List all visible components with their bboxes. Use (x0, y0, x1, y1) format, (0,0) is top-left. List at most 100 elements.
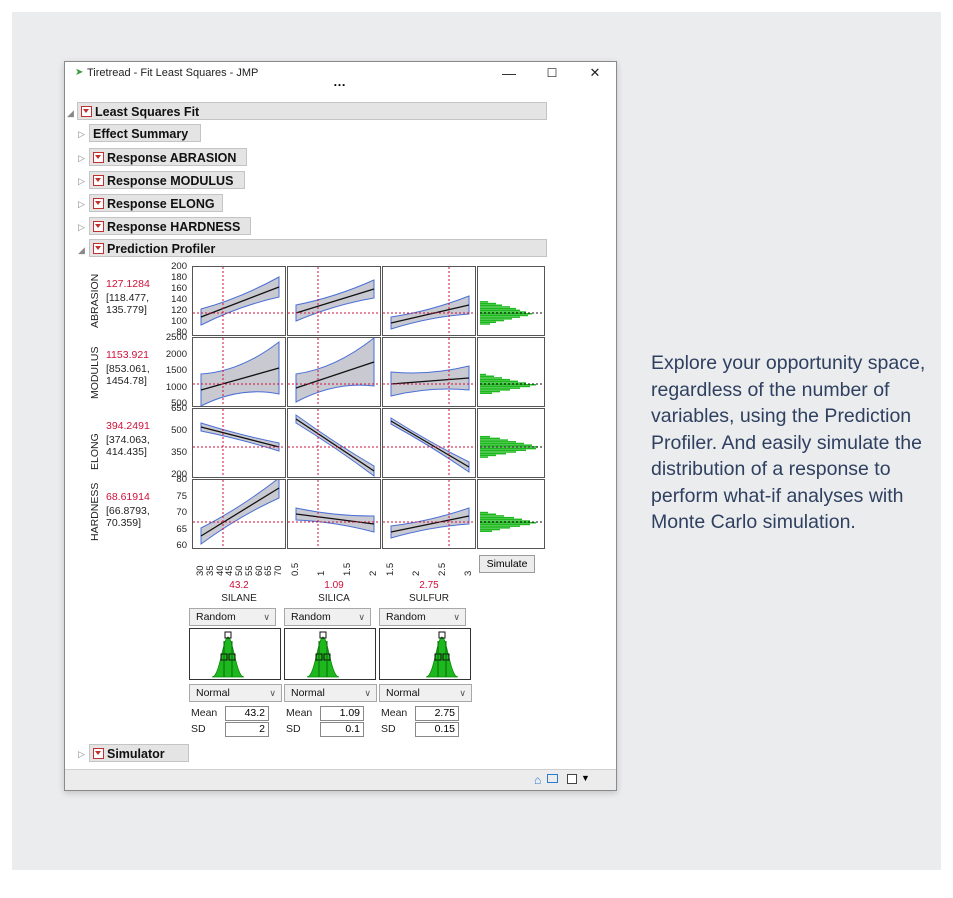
histogram-bar (480, 375, 494, 377)
profile-trace-hardness-silica[interactable] (287, 479, 381, 549)
y-tick-label: 60 (176, 540, 187, 551)
profile-trace-modulus-sulfur[interactable] (382, 337, 476, 407)
outline-least-squares-fit[interactable]: ◢ Least Squares Fit (67, 102, 547, 120)
profile-trace-modulus-silica[interactable] (287, 337, 381, 407)
profile-trace-elong-silane[interactable] (192, 408, 286, 478)
expand-triangle-icon[interactable]: ▷ (78, 195, 85, 213)
red-triangle-menu-icon[interactable] (93, 175, 104, 186)
simulated-histogram-abrasion (477, 266, 545, 336)
y-tick-label: 2500 (165, 332, 187, 343)
distribution-select[interactable]: Normal ∨ (379, 684, 472, 702)
sd-input[interactable]: 0.1 (320, 722, 364, 737)
mean-input[interactable]: 1.09 (320, 706, 364, 721)
profile-trace-hardness-sulfur[interactable] (382, 479, 476, 549)
collapse-triangle-icon[interactable]: ◢ (78, 241, 85, 259)
red-triangle-menu-icon[interactable] (93, 198, 104, 209)
y-tick-label: 70 (176, 507, 187, 518)
response-name-elong: ELONG (89, 433, 101, 470)
factor-distribution-sulfur[interactable] (379, 628, 471, 680)
more-options-icon[interactable]: … (333, 75, 347, 88)
y-tick-label: 140 (171, 294, 187, 305)
window-list-icon[interactable] (547, 774, 558, 783)
red-triangle-menu-icon[interactable] (81, 106, 92, 117)
distribution-select[interactable]: Normal ∨ (189, 684, 282, 702)
chevron-down-icon: ∨ (364, 688, 371, 698)
mean-input[interactable]: 43.2 (225, 706, 269, 721)
outline-title: Response ELONG (107, 197, 215, 211)
red-triangle-menu-icon[interactable] (93, 748, 104, 759)
outline-response-abrasion[interactable]: ▷ Response ABRASION (78, 148, 247, 166)
outline-response-modulus[interactable]: ▷ Response MODULUS (78, 171, 245, 189)
outline-effect-summary[interactable]: ▷ Effect Summary (78, 124, 201, 142)
y-tick-label: 80 (176, 474, 187, 485)
outline-title: Effect Summary (93, 127, 189, 141)
profile-trace-modulus-silane[interactable] (192, 337, 286, 407)
y-tick-label: 200 (171, 261, 187, 272)
histogram-bar (480, 441, 516, 443)
response-confidence-interval: 70.359] (106, 517, 142, 529)
outline-title: Prediction Profiler (107, 242, 216, 256)
expand-triangle-icon[interactable]: ▷ (78, 172, 85, 190)
red-triangle-menu-icon[interactable] (93, 243, 104, 254)
factor-current-value[interactable]: 1.09 (287, 580, 381, 591)
y-tick-label: 500 (171, 425, 187, 436)
response-name-hardness: HARDNESS (89, 482, 101, 541)
maximize-button[interactable]: ☐ (537, 64, 567, 82)
normal-density-curve (425, 636, 459, 678)
histogram-bar (480, 527, 510, 529)
home-icon[interactable]: ⌂ (534, 773, 541, 787)
red-triangle-menu-icon[interactable] (93, 152, 104, 163)
dropdown-arrow-icon[interactable]: ▼ (581, 773, 590, 783)
factor-current-value[interactable]: 2.75 (382, 580, 476, 591)
sd-label: SD (191, 723, 206, 735)
response-confidence-interval: 135.779] (106, 304, 147, 316)
histogram-bar (480, 518, 522, 521)
expand-triangle-icon[interactable]: ▷ (78, 125, 85, 143)
histogram-bar (480, 437, 500, 440)
collapse-triangle-icon[interactable]: ◢ (67, 104, 74, 122)
profile-trace-elong-sulfur[interactable] (382, 408, 476, 478)
histogram-bar (480, 513, 496, 515)
random-select[interactable]: Random ∨ (189, 608, 276, 626)
distribution-select[interactable]: Normal ∨ (284, 684, 377, 702)
histogram-bar (480, 449, 526, 452)
histogram-bar (480, 373, 486, 376)
outline-prediction-profiler[interactable]: ◢ Prediction Profiler (78, 239, 547, 257)
histogram-bar (480, 385, 530, 388)
factor-name-silica: SILICA (318, 593, 350, 604)
mean-input[interactable]: 2.75 (415, 706, 459, 721)
histogram-bar (480, 447, 536, 450)
close-button[interactable]: ✕ (580, 64, 610, 82)
factor-distribution-silane[interactable] (189, 628, 281, 680)
outline-simulator[interactable]: ▷ Simulator (78, 744, 189, 762)
profile-trace-hardness-silane[interactable] (192, 479, 286, 549)
expand-triangle-icon[interactable]: ▷ (78, 149, 85, 167)
random-select[interactable]: Random ∨ (379, 608, 466, 626)
simulated-histogram-hardness (477, 479, 545, 549)
factor-distribution-silica[interactable] (284, 628, 376, 680)
expand-triangle-icon[interactable]: ▷ (78, 745, 85, 763)
prediction-trace (200, 426, 280, 448)
mean-label: Mean (381, 707, 408, 719)
profile-trace-abrasion-silica[interactable] (287, 266, 381, 336)
outline-response-hardness[interactable]: ▷ Response HARDNESS (78, 217, 251, 235)
histogram-bar (480, 304, 502, 306)
random-select[interactable]: Random ∨ (284, 608, 371, 626)
expand-triangle-icon[interactable]: ▷ (78, 218, 85, 236)
prediction-trace (295, 288, 375, 314)
factor-current-value[interactable]: 43.2 (192, 580, 286, 591)
sd-input[interactable]: 2 (225, 722, 269, 737)
outline-title: Simulator (107, 747, 165, 761)
simulate-button[interactable]: Simulate (479, 555, 535, 573)
checkbox-icon[interactable] (567, 774, 577, 784)
sd-label: SD (381, 723, 396, 735)
minimize-button[interactable]: — (494, 64, 524, 82)
profile-trace-abrasion-sulfur[interactable] (382, 266, 476, 336)
outline-response-elong[interactable]: ▷ Response ELONG (78, 194, 223, 212)
sd-input[interactable]: 0.15 (415, 722, 459, 737)
red-triangle-menu-icon[interactable] (93, 221, 104, 232)
histogram-bar (480, 456, 488, 458)
profile-trace-elong-silica[interactable] (287, 408, 381, 478)
histogram-bar (480, 309, 520, 312)
profile-trace-abrasion-silane[interactable] (192, 266, 286, 336)
